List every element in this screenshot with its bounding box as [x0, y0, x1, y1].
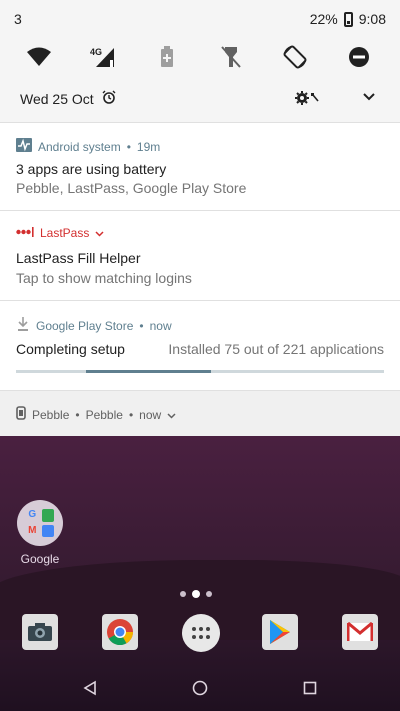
lastpass-icon — [16, 226, 34, 240]
chrome-icon[interactable] — [102, 614, 138, 650]
do-not-disturb-icon[interactable] — [342, 42, 376, 72]
google-folder-icon[interactable]: G M — [17, 500, 63, 546]
quick-settings-row: 4G — [0, 38, 400, 80]
notification-body: Pebble, LastPass, Google Play Store — [16, 180, 247, 196]
notification-app-name: LastPass — [40, 226, 90, 240]
notification-subtext: Pebble — [85, 407, 123, 422]
install-progress-bar — [16, 370, 384, 373]
wifi-icon[interactable] — [22, 42, 56, 72]
install-status: Installed 75 out of 221 applications — [168, 341, 384, 357]
notification-lastpass[interactable]: LastPass LastPass Fill Helper Tap to sho… — [0, 210, 400, 300]
clock: 9:08 — [358, 11, 386, 27]
date-label: Wed 25 Oct — [20, 90, 94, 107]
navigation-bar — [0, 672, 400, 702]
download-icon — [16, 316, 30, 335]
settings-gear-icon[interactable] — [294, 88, 322, 108]
notification-pebble[interactable]: Pebble • Pebble • now — [0, 390, 400, 436]
home-screen: G M Google — [0, 436, 400, 711]
pebble-watch-icon — [16, 406, 26, 423]
cellular-4g-icon[interactable]: 4G — [86, 42, 120, 72]
battery-saver-icon[interactable] — [150, 42, 184, 72]
expand-chevron-icon[interactable] — [360, 88, 378, 106]
home-icon[interactable] — [190, 678, 210, 698]
cellular-4g-label: 4G — [90, 47, 102, 57]
notification-time: now — [149, 318, 172, 333]
gmail-icon[interactable] — [342, 614, 378, 650]
app-dock — [0, 614, 400, 654]
camera-icon[interactable] — [22, 614, 58, 650]
notification-app-name: Google Play Store — [36, 318, 134, 333]
notification-app-name: Pebble — [32, 407, 70, 422]
quick-settings-panel: 4G Wed 25 Oct — [0, 38, 400, 122]
alarm-icon[interactable] — [102, 90, 116, 107]
notification-title: 3 apps are using battery — [16, 161, 167, 177]
notification-play-store[interactable]: Google Play Store • now Completing setup… — [0, 300, 400, 390]
notification-title: LastPass Fill Helper — [16, 250, 141, 266]
notification-title: Completing setup — [16, 341, 125, 357]
battery-icon — [343, 11, 353, 27]
google-folder-label: Google — [20, 552, 60, 566]
notification-android-system[interactable]: Android system • 19m 3 apps are using ba… — [0, 122, 400, 210]
notification-count: 3 — [14, 11, 22, 27]
flashlight-icon[interactable] — [214, 42, 248, 72]
status-bar: 3 22% 9:08 — [0, 0, 400, 38]
notification-time: now — [139, 407, 162, 422]
activity-icon — [16, 138, 32, 155]
notification-body: Tap to show matching logins — [16, 270, 192, 286]
date-row: Wed 25 Oct — [20, 90, 116, 107]
play-store-icon[interactable] — [262, 614, 298, 650]
battery-percent: 22% — [309, 11, 338, 27]
back-icon[interactable] — [80, 678, 100, 698]
notification-app-name: Android system — [38, 139, 121, 154]
page-indicator — [180, 590, 212, 598]
recents-icon[interactable] — [300, 678, 320, 698]
install-progress-fill — [86, 370, 212, 373]
chevron-down-icon[interactable] — [167, 408, 176, 422]
notification-time: 19m — [136, 139, 161, 154]
auto-rotate-icon[interactable] — [278, 42, 312, 72]
app-drawer-icon[interactable] — [182, 614, 220, 652]
chevron-down-icon — [95, 226, 104, 240]
